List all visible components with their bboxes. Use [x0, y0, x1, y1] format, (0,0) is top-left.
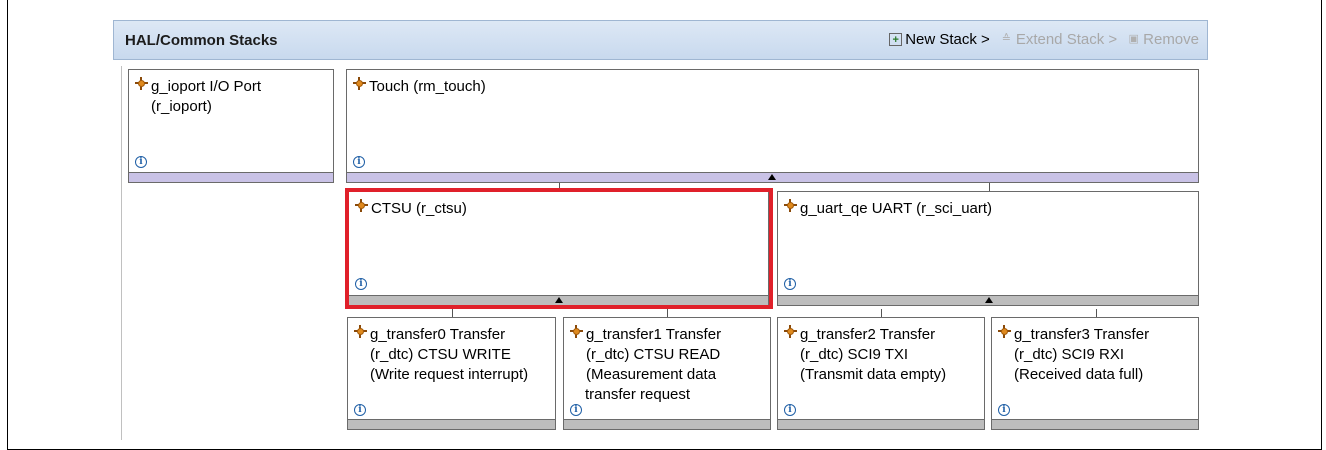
extend-stack-icon: ≙ [1001, 33, 1011, 45]
info-icon[interactable]: i [570, 404, 582, 416]
stack-toolbar: + New Stack > ≙ Extend Stack > ▣ Remove [889, 31, 1199, 48]
module-title: g_transfer2 Transfer (r_dtc) SCI9 TXI (T… [800, 326, 947, 383]
info-icon[interactable]: i [354, 404, 366, 416]
hal-common-stacks-panel: HAL/Common Stacks + New Stack > ≙ Extend… [113, 20, 1208, 440]
module-title: g_uart_qe UART (r_sci_uart) [800, 200, 993, 217]
module-status-bar [992, 419, 1198, 429]
module-icon [784, 199, 797, 212]
module-transfer3[interactable]: g_transfer3 Transfer (r_dtc) SCI9 RXI (R… [991, 317, 1199, 430]
info-icon[interactable]: i [784, 278, 796, 290]
module-title: Touch (rm_touch) [369, 78, 486, 95]
info-icon[interactable]: i [784, 404, 796, 416]
expand-caret-icon[interactable] [985, 297, 993, 303]
new-stack-button[interactable]: + New Stack > [889, 31, 990, 48]
remove-icon: ▣ [1128, 33, 1139, 45]
module-status-bar [348, 419, 555, 429]
module-status-bar [778, 295, 1198, 305]
module-title: g_transfer0 Transfer (r_dtc) CTSU WRITE … [370, 326, 529, 383]
module-icon [135, 77, 148, 90]
module-transfer0[interactable]: g_transfer0 Transfer (r_dtc) CTSU WRITE … [347, 317, 556, 430]
connector-line [1096, 309, 1097, 317]
stack-canvas: g_ioport I/O Port (r_ioport) i Touch (rm… [121, 66, 1208, 440]
module-uart[interactable]: g_uart_qe UART (r_sci_uart) i [777, 191, 1199, 306]
module-status-bar [129, 172, 333, 182]
module-icon [354, 325, 367, 338]
module-transfer1[interactable]: g_transfer1 Transfer (r_dtc) CTSU READ (… [563, 317, 771, 430]
new-stack-icon: + [889, 33, 903, 46]
module-icon [998, 325, 1011, 338]
module-title: g_transfer3 Transfer (r_dtc) SCI9 RXI (R… [1014, 326, 1150, 383]
extend-stack-label: Extend Stack > [1015, 31, 1118, 48]
info-icon[interactable]: i [353, 156, 365, 168]
connector-line [667, 309, 668, 317]
connector-line [452, 309, 453, 317]
connector-line [989, 183, 990, 191]
module-title: g_transfer1 Transfer (r_dtc) CTSU READ (… [585, 326, 722, 403]
remove-label: Remove [1143, 31, 1199, 48]
module-status-bar [778, 419, 984, 429]
module-status-bar [347, 172, 1198, 182]
panel-header: HAL/Common Stacks + New Stack > ≙ Extend… [113, 20, 1208, 60]
module-status-bar [564, 419, 770, 429]
panel-title: HAL/Common Stacks [125, 32, 278, 49]
module-transfer2[interactable]: g_transfer2 Transfer (r_dtc) SCI9 TXI (T… [777, 317, 985, 430]
info-icon[interactable]: i [998, 404, 1010, 416]
module-ioport[interactable]: g_ioport I/O Port (r_ioport) i [128, 69, 334, 183]
module-icon [570, 325, 583, 338]
info-icon[interactable]: i [135, 156, 147, 168]
remove-button[interactable]: ▣ Remove [1127, 31, 1199, 48]
highlight-frame [345, 188, 773, 309]
module-icon [784, 325, 797, 338]
module-icon [353, 77, 366, 90]
module-title: g_ioport I/O Port (r_ioport) [151, 78, 262, 115]
new-stack-label: New Stack > [905, 31, 990, 48]
connector-line [881, 309, 882, 317]
module-touch[interactable]: Touch (rm_touch) i [346, 69, 1199, 183]
extend-stack-button[interactable]: ≙ Extend Stack > [1000, 31, 1117, 48]
expand-caret-icon[interactable] [768, 174, 776, 180]
